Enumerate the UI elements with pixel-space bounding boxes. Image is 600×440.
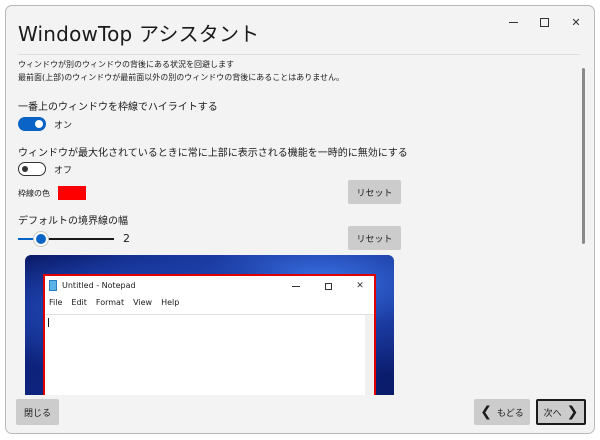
highlight-toggle-state: オン <box>54 121 73 131</box>
minimize-button[interactable] <box>496 10 530 34</box>
chevron-left-icon: ❮ <box>480 404 492 420</box>
maximized-setting-label: ウィンドウが最大化されているときに常に上部に表示される機能を一時的に無効にする <box>18 148 408 159</box>
notepad-menu-bar: File Edit Format View Help <box>45 298 374 312</box>
maximized-toggle[interactable] <box>18 162 46 176</box>
text-caret <box>48 318 49 327</box>
minimize-icon <box>508 21 518 23</box>
border-color-label: 枠線の色 <box>18 189 50 198</box>
notepad-maximize-icon <box>321 279 335 293</box>
back-button[interactable]: ❮ もどる <box>474 399 530 425</box>
title-separator <box>18 54 580 55</box>
toggle-knob <box>35 120 43 128</box>
assistant-window: WindowTop アシスタント ✕ ウィンドウが別のウィンドウの背後にある状況… <box>5 5 595 434</box>
next-button-label: 次へ <box>543 408 562 419</box>
close-button[interactable]: 閉じる <box>16 399 59 425</box>
border-width-value: 2 <box>123 232 130 245</box>
highlight-toggle[interactable] <box>18 117 46 131</box>
notepad-text-area <box>45 314 374 395</box>
close-icon: ✕ <box>571 15 581 29</box>
notepad-menu-file: File <box>49 298 63 307</box>
border-color-swatch[interactable] <box>58 186 86 200</box>
highlight-setting-label: 一番上のウィンドウを枠線でハイライトする <box>18 102 218 113</box>
border-width-slider-thumb[interactable] <box>34 232 48 246</box>
toggle-knob <box>22 166 28 172</box>
description-line-2: 最前面(上部)のウィンドウが最前面以外の別のウィンドウの背後にあることはありませ… <box>18 73 344 82</box>
reset-color-button[interactable]: リセット <box>348 180 401 204</box>
vertical-scrollbar[interactable] <box>582 68 585 244</box>
preview-notepad-window: Untitled - Notepad ✕ File Edit Format Vi… <box>43 274 376 395</box>
notepad-close-icon: ✕ <box>356 281 364 291</box>
chevron-right-icon: ❯ <box>566 404 579 420</box>
notepad-scrollbar <box>365 315 374 395</box>
next-button[interactable]: 次へ ❯ <box>536 399 586 425</box>
close-window-button[interactable]: ✕ <box>559 10 593 34</box>
notepad-icon <box>49 280 57 291</box>
reset-width-button[interactable]: リセット <box>348 226 401 250</box>
back-button-label: もどる <box>496 408 524 419</box>
notepad-menu-format: Format <box>95 298 125 307</box>
notepad-menu-view: View <box>133 298 153 307</box>
notepad-titlebar: Untitled - Notepad ✕ <box>45 276 374 296</box>
notepad-menu-edit: Edit <box>71 298 87 307</box>
notepad-title: Untitled - Notepad <box>62 281 136 290</box>
notepad-menu-help: Help <box>161 298 180 307</box>
maximized-toggle-state: オフ <box>54 166 73 176</box>
maximize-icon <box>539 17 549 27</box>
maximize-button[interactable] <box>527 10 561 34</box>
description-line-1: ウィンドウが別のウィンドウの背後にある状況を回避します <box>18 60 234 69</box>
window-title: WindowTop アシスタント <box>18 22 260 46</box>
border-width-label: デフォルトの境界線の幅 <box>18 216 128 227</box>
notepad-minimize-icon <box>289 279 303 293</box>
preview-desktop: Untitled - Notepad ✕ File Edit Format Vi… <box>25 255 394 395</box>
